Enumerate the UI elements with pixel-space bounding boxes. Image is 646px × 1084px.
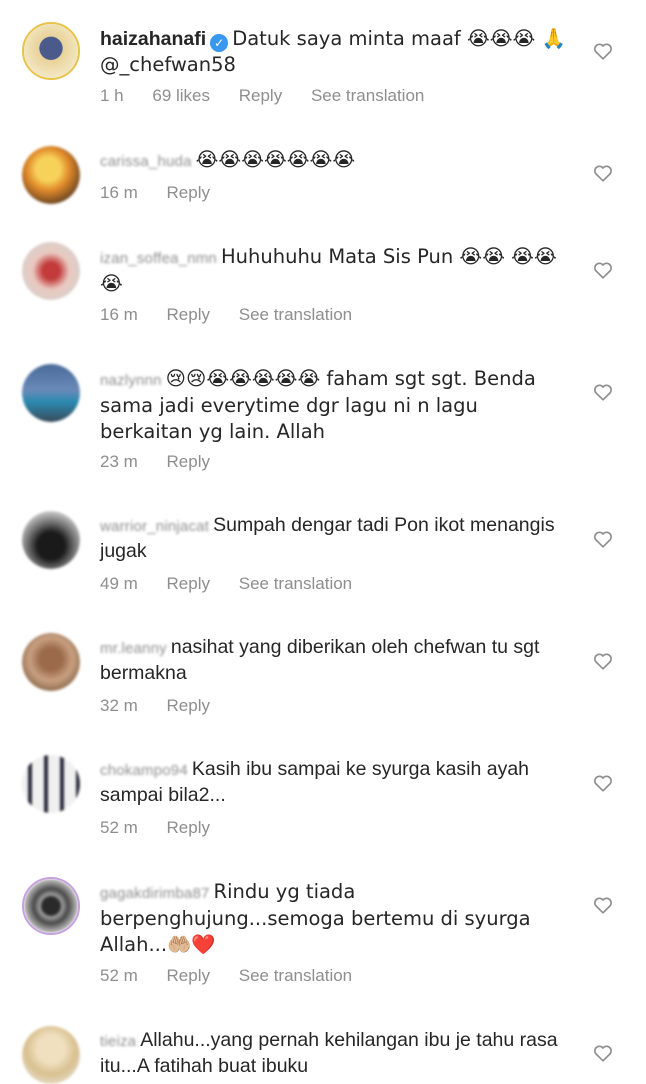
comment-body: warrior_ninjacat Sumpah dengar tadi Pon i…: [100, 513, 570, 564]
like-heart-icon[interactable]: [592, 162, 614, 184]
comment-meta: 49 m Reply See translation: [100, 574, 376, 594]
comment-time: 16 m: [100, 305, 138, 324]
avatar[interactable]: [22, 22, 80, 80]
comment-username[interactable]: carissa_huda: [100, 153, 192, 170]
comment-body: carissa_huda 😭😭😭😭😭😭😭: [100, 147, 570, 174]
comment-time: 49 m: [100, 574, 138, 593]
comment-meta: 1 h 69 likes Reply See translation: [100, 86, 448, 106]
like-heart-icon[interactable]: [592, 1042, 614, 1064]
comment-body: haizahanafi ✓ Datuk saya minta maaf 😭😭😭 🙏 …: [100, 26, 570, 78]
comment-username[interactable]: warrior_ninjacat: [100, 518, 209, 535]
comment-meta: 32 m Reply: [100, 696, 234, 716]
comment-text: 😢😢😭😭😭😭😭 faham sgt sgt. Benda sama jadi e…: [100, 367, 536, 443]
comment-likes[interactable]: 69 likes: [152, 86, 210, 105]
comment-meta: 16 m Reply See translation: [100, 305, 376, 325]
comment-username[interactable]: chokampo94: [100, 762, 188, 779]
reply-button[interactable]: Reply: [167, 696, 210, 715]
comment-username[interactable]: mr.leanny: [100, 640, 167, 657]
reply-button[interactable]: Reply: [167, 818, 210, 837]
comment-text: Allahu...yang pernah kehilangan ibu je t…: [100, 1029, 558, 1077]
comment-text: 😭😭😭😭😭😭😭: [195, 148, 356, 171]
comment-body: tieiza Allahu...yang pernah kehilangan ib…: [100, 1028, 570, 1079]
reply-button[interactable]: Reply: [239, 86, 282, 105]
reply-button[interactable]: Reply: [167, 574, 210, 593]
avatar[interactable]: [22, 633, 80, 691]
comment-body: gagakdirimba87 Rindu yg tiada berpenghuju…: [100, 879, 570, 958]
comment-username[interactable]: tieiza: [100, 1033, 136, 1050]
reply-button[interactable]: Reply: [167, 183, 210, 202]
see-translation-button[interactable]: See translation: [311, 86, 424, 105]
reply-button[interactable]: Reply: [167, 305, 210, 324]
reply-button[interactable]: Reply: [167, 966, 210, 985]
comment-body: nazlynnn 😢😢😭😭😭😭😭 faham sgt sgt. Benda sam…: [100, 366, 570, 445]
like-heart-icon[interactable]: [592, 259, 614, 281]
comment-body: mr.leanny nasihat yang diberikan oleh che…: [100, 635, 570, 686]
like-heart-icon[interactable]: [592, 650, 614, 672]
avatar[interactable]: [22, 146, 80, 204]
see-translation-button[interactable]: See translation: [239, 574, 352, 593]
verified-badge-icon: ✓: [210, 34, 229, 52]
comment-username[interactable]: izan_soffea_nmn: [100, 250, 217, 267]
like-heart-icon[interactable]: [592, 894, 614, 916]
comment-time: 16 m: [100, 183, 138, 202]
comment-time: 1 h: [100, 86, 124, 105]
avatar[interactable]: [22, 242, 80, 300]
comment-time: 52 m: [100, 966, 138, 985]
avatar[interactable]: [22, 755, 80, 813]
comment-meta: 23 m Reply: [100, 452, 234, 472]
avatar[interactable]: [22, 511, 80, 569]
see-translation-button[interactable]: See translation: [239, 966, 352, 985]
comment-meta: 16 m Reply: [100, 183, 234, 203]
comment-username[interactable]: nazlynnn: [100, 372, 162, 389]
avatar[interactable]: [22, 364, 80, 422]
like-heart-icon[interactable]: [592, 381, 614, 403]
reply-button[interactable]: Reply: [167, 452, 210, 471]
comment-username[interactable]: gagakdirimba87: [100, 885, 210, 902]
comment-time: 23 m: [100, 452, 138, 471]
comment-time: 52 m: [100, 818, 138, 837]
comment-username[interactable]: haizahanafi: [100, 28, 206, 50]
like-heart-icon[interactable]: [592, 772, 614, 794]
avatar[interactable]: [22, 1026, 80, 1084]
comment-time: 32 m: [100, 696, 138, 715]
comment-meta: 52 m Reply: [100, 818, 234, 838]
like-heart-icon[interactable]: [592, 528, 614, 550]
see-translation-button[interactable]: See translation: [239, 305, 352, 324]
comment-meta: 52 m Reply See translation: [100, 966, 376, 986]
comment-body: chokampo94 Kasih ibu sampai ke syurga kas…: [100, 757, 570, 808]
avatar[interactable]: [22, 877, 80, 935]
like-heart-icon[interactable]: [592, 40, 614, 62]
comment-body: izan_soffea_nmn Huhuhuhu Mata Sis Pun 😭😭 …: [100, 244, 570, 297]
